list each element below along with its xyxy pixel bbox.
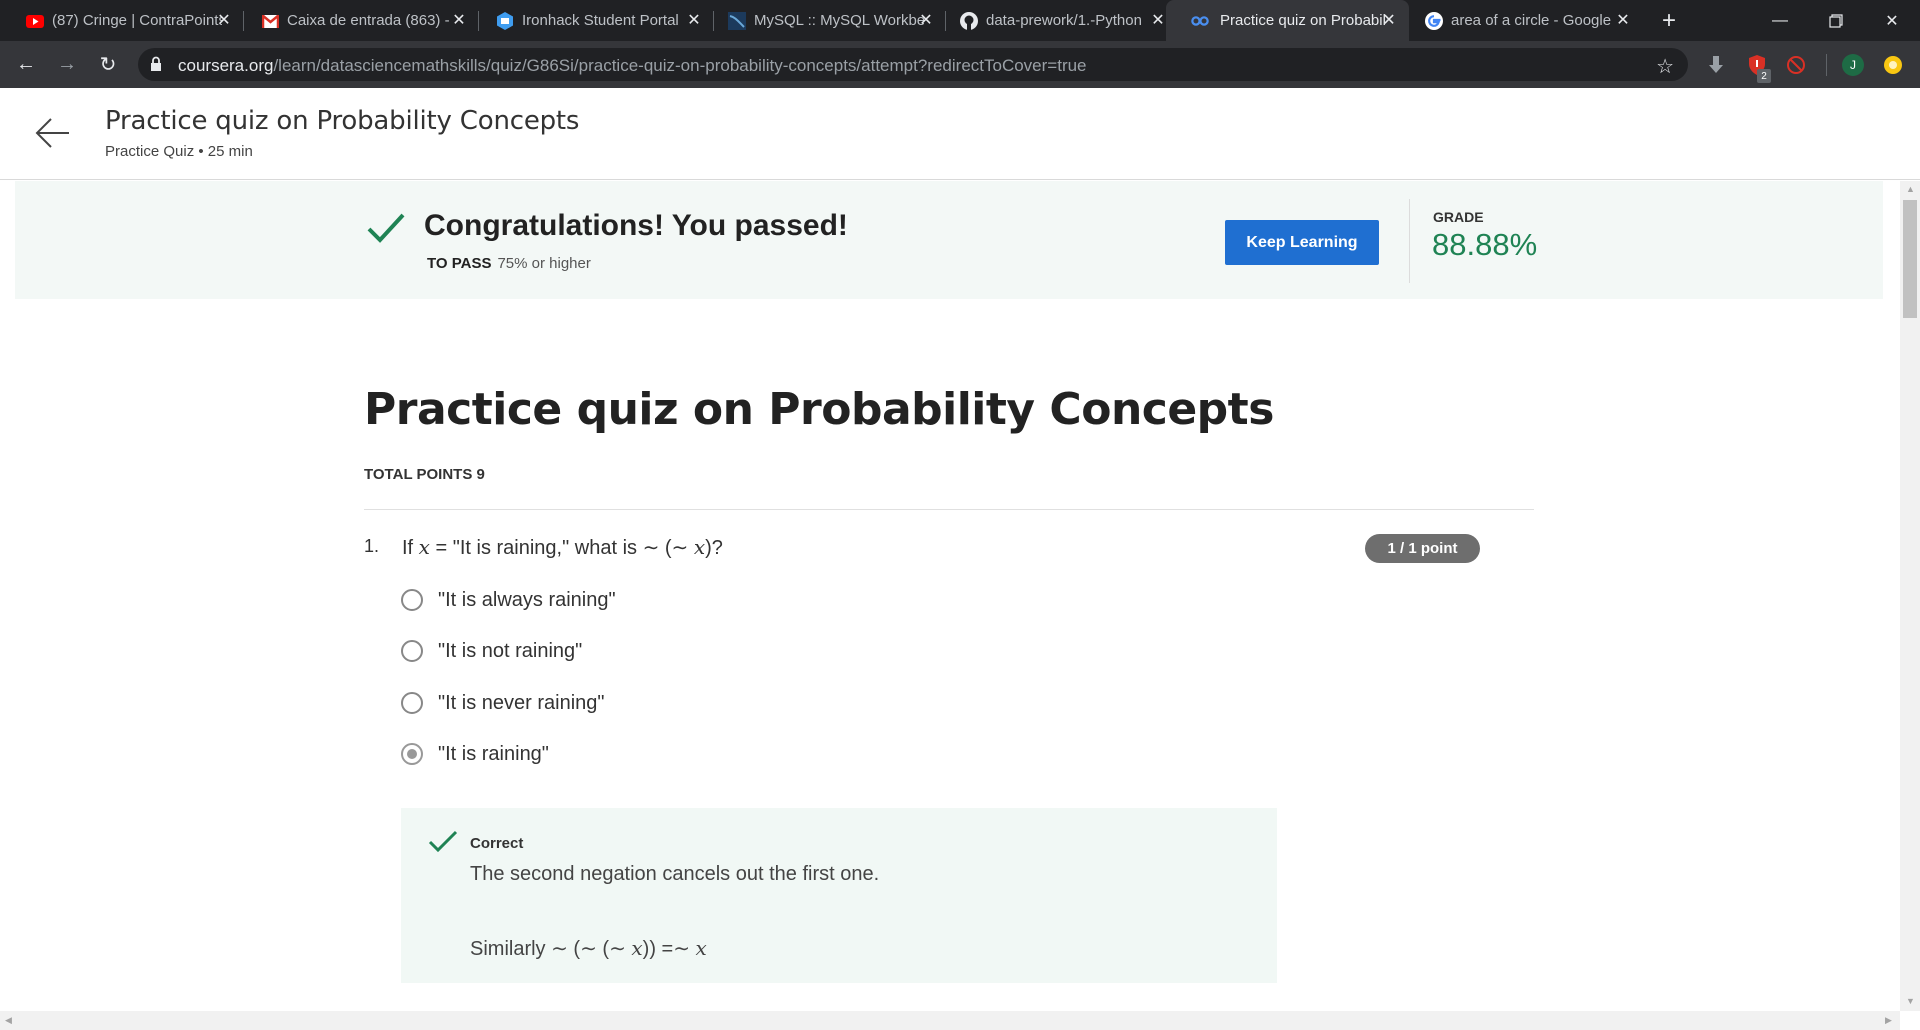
coursera-icon: [1191, 12, 1209, 30]
restore-button[interactable]: [1808, 0, 1864, 41]
close-icon[interactable]: ✕: [1148, 10, 1168, 30]
radio-button-selected[interactable]: [401, 743, 423, 765]
ironhack-icon: [496, 12, 514, 30]
result-banner: Congratulations! You passed! TO PASS 75% …: [15, 181, 1883, 299]
tab-title: area of a circle - Google: [1451, 12, 1612, 29]
to-pass-value: 75% or higher: [497, 255, 591, 272]
mysql-icon: [728, 12, 746, 30]
tab-coursera-active[interactable]: Practice quiz on Probabil ✕: [1166, 0, 1409, 41]
page-title: Practice quiz on Probability Concepts: [105, 106, 580, 136]
checkmark-icon: [428, 830, 458, 853]
answer-option[interactable]: "It is always raining": [401, 585, 616, 615]
points-badge: 1 / 1 point: [1365, 534, 1480, 563]
close-icon[interactable]: ✕: [684, 10, 704, 30]
close-icon[interactable]: ✕: [214, 10, 234, 30]
close-icon[interactable]: ✕: [449, 10, 469, 30]
to-pass-label: TO PASS: [427, 255, 492, 272]
radio-button[interactable]: [401, 692, 423, 714]
scroll-up-icon[interactable]: ▲: [1906, 184, 1915, 194]
feedback-status: Correct: [470, 835, 524, 852]
answer-option[interactable]: "It is never raining": [401, 688, 605, 718]
option-label: "It is never raining": [438, 691, 605, 714]
tab-title: Practice quiz on Probabil: [1220, 12, 1386, 29]
lock-icon: [151, 56, 161, 71]
grade-value: 88.88%: [1432, 227, 1538, 262]
close-icon[interactable]: ✕: [1613, 10, 1633, 30]
radio-button[interactable]: [401, 640, 423, 662]
option-label: "It is always raining": [438, 588, 616, 611]
forward-icon[interactable]: →: [54, 51, 80, 77]
restore-icon: [1829, 13, 1843, 28]
browser-toolbar: ← → ↻ coursera.org/learn/datasciencemath…: [0, 41, 1920, 88]
scroll-right-icon[interactable]: ▶: [1885, 1015, 1892, 1026]
option-label: "It is raining": [438, 742, 549, 765]
blocker-icon[interactable]: [1785, 54, 1807, 76]
gmail-icon: [261, 12, 279, 30]
question-text: If x = "It is raining," what is ∼ (∼ x)?: [402, 535, 723, 559]
tab-gmail[interactable]: Caixa de entrada (863) - ✕: [261, 0, 479, 41]
profile-avatar[interactable]: J: [1842, 54, 1864, 76]
back-icon[interactable]: ←: [13, 51, 39, 77]
github-icon: [960, 12, 978, 30]
new-tab-button[interactable]: +: [1656, 7, 1682, 34]
total-points: TOTAL POINTS 9: [364, 466, 485, 483]
tab-mysql[interactable]: MySQL :: MySQL Workbench ✕: [728, 0, 946, 41]
answer-option-selected[interactable]: "It is raining": [401, 739, 549, 769]
checkmark-icon: [367, 213, 405, 243]
tab-youtube[interactable]: (87) Cringe | ContraPoints ✕: [26, 0, 244, 41]
tab-github[interactable]: data-prework/1.-Python ✕: [960, 0, 1178, 41]
extension-badge: 2: [1757, 69, 1771, 83]
youtube-icon: [26, 12, 44, 30]
scroll-down-icon[interactable]: ▼: [1906, 996, 1915, 1006]
page-header: Practice quiz on Probability Concepts Pr…: [0, 88, 1920, 180]
back-arrow-icon[interactable]: [34, 116, 72, 150]
download-icon[interactable]: [1705, 54, 1727, 76]
url-host: coursera.org: [178, 56, 274, 75]
minimize-button[interactable]: —: [1752, 0, 1808, 41]
tab-title: data-prework/1.-Python: [986, 12, 1142, 29]
option-label: "It is not raining": [438, 639, 583, 662]
pass-requirement: TO PASS 75% or higher: [427, 255, 591, 272]
radio-button[interactable]: [401, 589, 423, 611]
grade-label: GRADE: [1433, 209, 1484, 225]
feedback-box: Correct The second negation cancels out …: [401, 808, 1277, 983]
address-bar[interactable]: coursera.org/learn/datasciencemathskills…: [138, 48, 1688, 81]
tab-ironhack[interactable]: Ironhack Student Portal ✕: [496, 0, 714, 41]
scroll-left-icon[interactable]: ◀: [5, 1015, 12, 1026]
feedback-similarly: Similarly ∼ (∼ (∼ x)) =∼ x: [470, 936, 707, 960]
question-number: 1.: [364, 536, 380, 556]
window-close-button[interactable]: ✕: [1864, 0, 1920, 41]
reload-icon[interactable]: ↻: [95, 51, 121, 77]
url-path: /learn/datasciencemathskills/quiz/G86Si/…: [273, 56, 1087, 75]
scrollbar-thumb[interactable]: [1903, 200, 1917, 318]
tab-title: MySQL :: MySQL Workbench: [754, 12, 924, 29]
horizontal-scrollbar[interactable]: ◀ ▶: [0, 1011, 1900, 1030]
tab-title: Caixa de entrada (863) -: [287, 12, 450, 29]
answer-option[interactable]: "It is not raining": [401, 636, 582, 666]
pass-message: Congratulations! You passed!: [424, 209, 848, 242]
tab-title: Ironhack Student Portal: [522, 12, 679, 29]
feedback-explanation: The second negation cancels out the firs…: [470, 863, 880, 885]
extension-emoji-icon[interactable]: [1882, 54, 1904, 76]
tab-title: (87) Cringe | ContraPoints: [52, 12, 222, 29]
close-icon[interactable]: ✕: [1379, 10, 1399, 30]
keep-learning-button[interactable]: Keep Learning: [1225, 220, 1379, 265]
bookmark-star-icon[interactable]: ☆: [1656, 54, 1674, 79]
divider: [1409, 199, 1410, 283]
divider: [364, 509, 1534, 510]
quiz-title: Practice quiz on Probability Concepts: [364, 384, 1274, 435]
url-text: coursera.org/learn/datasciencemathskills…: [178, 56, 1087, 76]
google-icon: [1425, 12, 1443, 30]
page-subtitle: Practice Quiz • 25 min: [105, 143, 253, 160]
browser-tab-bar: (87) Cringe | ContraPoints ✕ Caixa de en…: [0, 0, 1920, 41]
close-icon[interactable]: ✕: [916, 10, 936, 30]
tab-google[interactable]: area of a circle - Google ✕: [1425, 0, 1643, 41]
vertical-scrollbar[interactable]: ▲ ▼: [1900, 181, 1920, 1011]
